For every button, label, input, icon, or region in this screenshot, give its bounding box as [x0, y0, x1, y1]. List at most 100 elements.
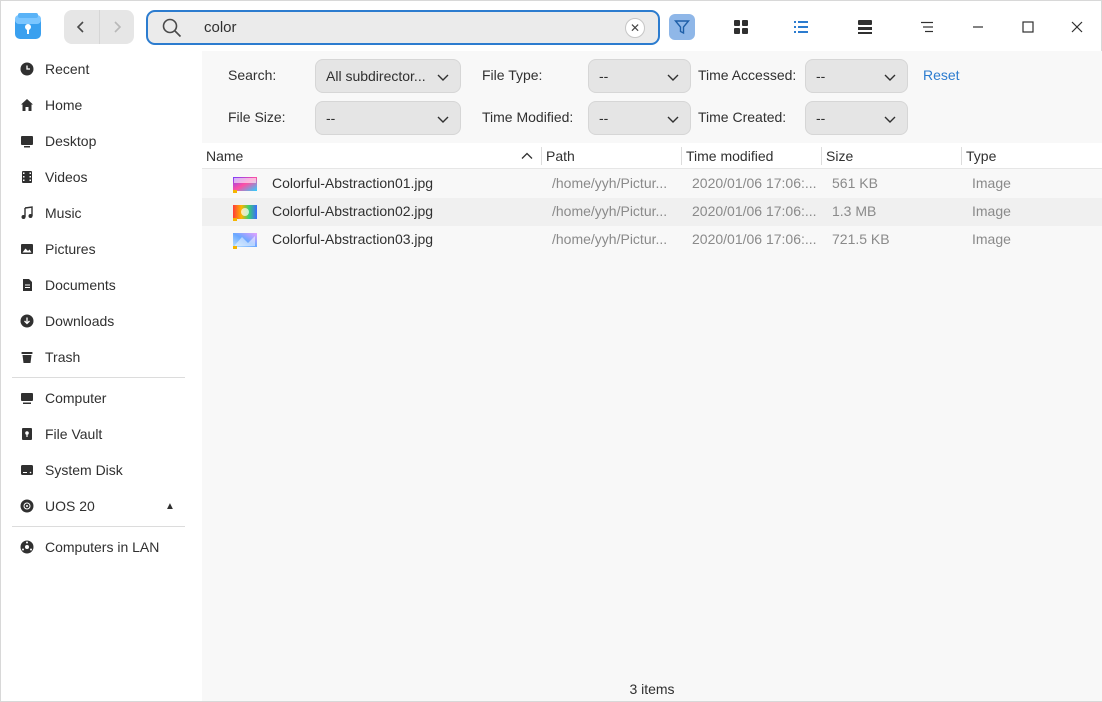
- reset-filters-link[interactable]: Reset: [923, 67, 960, 83]
- desktop-icon: [19, 133, 35, 149]
- back-button[interactable]: [64, 10, 99, 44]
- chevron-down-icon: [884, 116, 896, 123]
- forward-button[interactable]: [99, 10, 134, 44]
- column-divider[interactable]: [541, 147, 542, 165]
- maximize-button[interactable]: [1016, 15, 1040, 39]
- sidebar-item-computer[interactable]: Computer: [1, 381, 201, 415]
- sort-ascending-icon[interactable]: [521, 150, 533, 162]
- column-divider[interactable]: [821, 147, 822, 165]
- time-created-select[interactable]: --: [805, 101, 908, 135]
- advanced-search-panel: Search: All subdirector... File Type: --…: [202, 51, 1102, 143]
- sidebar-item-documents[interactable]: Documents: [1, 268, 201, 302]
- file-row[interactable]: Colorful-Abstraction01.jpg /home/yyh/Pic…: [202, 170, 1102, 198]
- sidebar-item-label: System Disk: [45, 462, 123, 478]
- file-type-select[interactable]: --: [588, 59, 691, 93]
- music-icon: [19, 205, 35, 221]
- search-input[interactable]: color: [204, 19, 237, 36]
- grid-view-icon: [734, 20, 748, 34]
- file-size: 1.3 MB: [832, 203, 877, 219]
- chevron-down-icon: [667, 74, 679, 81]
- sidebar-item-label: Downloads: [45, 313, 115, 329]
- time-accessed-label: Time Accessed:: [698, 67, 797, 83]
- sidebar-item-music[interactable]: Music: [1, 196, 201, 230]
- chevron-left-icon: [77, 21, 84, 33]
- icon-view-button[interactable]: [729, 15, 753, 39]
- column-header-path[interactable]: Path: [546, 148, 575, 164]
- file-type: Image: [972, 175, 1011, 191]
- chevron-down-icon: [884, 74, 896, 81]
- sidebar-item-label: Desktop: [45, 133, 97, 149]
- recent-icon: [19, 61, 35, 77]
- column-header-time-modified[interactable]: Time modified: [686, 148, 773, 164]
- sidebar-item-computers-in-lan[interactable]: Computers in LAN: [1, 530, 201, 564]
- time-modified-value: --: [599, 110, 609, 126]
- search-scope-value: All subdirector...: [326, 68, 426, 84]
- sidebar-item-file-vault[interactable]: File Vault: [1, 417, 201, 451]
- column-divider[interactable]: [681, 147, 682, 165]
- column-header-name[interactable]: Name: [206, 148, 243, 164]
- file-size-select[interactable]: --: [315, 101, 461, 135]
- sidebar-item-label: Computer: [45, 390, 107, 406]
- file-type-value: --: [599, 68, 609, 84]
- eject-icon[interactable]: ▲: [165, 501, 175, 512]
- sidebar-item-downloads[interactable]: Downloads: [1, 304, 201, 338]
- file-size-label: File Size:: [228, 109, 286, 125]
- sidebar-item-home[interactable]: Home: [1, 88, 201, 122]
- computer-icon: [19, 390, 35, 406]
- column-header-type[interactable]: Type: [966, 148, 996, 164]
- file-name: Colorful-Abstraction02.jpg: [272, 203, 434, 219]
- disk-icon: [19, 462, 35, 478]
- search-scope-label: Search:: [228, 67, 277, 83]
- chevron-down-icon: [667, 116, 679, 123]
- menu-icon: [921, 21, 933, 33]
- detail-view-button[interactable]: [853, 15, 877, 39]
- sidebar-item-label: Videos: [45, 169, 88, 185]
- sidebar-item-videos[interactable]: Videos: [1, 160, 201, 194]
- file-row[interactable]: Colorful-Abstraction02.jpg /home/yyh/Pic…: [202, 198, 1102, 226]
- filter-toggle-button[interactable]: [669, 14, 695, 40]
- sidebar-item-uos-20[interactable]: UOS 20 ▲: [1, 489, 201, 523]
- file-size-value: --: [326, 110, 336, 126]
- time-modified-label: Time Modified:: [482, 109, 574, 125]
- file-row[interactable]: Colorful-Abstraction03.jpg /home/yyh/Pic…: [202, 226, 1102, 254]
- close-icon: [1071, 21, 1083, 33]
- time-accessed-select[interactable]: --: [805, 59, 908, 93]
- titlebar: color ✕: [1, 1, 1101, 51]
- sidebar-item-desktop[interactable]: Desktop: [1, 124, 201, 158]
- column-divider[interactable]: [961, 147, 962, 165]
- time-created-value: --: [816, 110, 826, 126]
- file-path: /home/yyh/Pictur...: [552, 175, 668, 191]
- clear-search-button[interactable]: ✕: [625, 18, 645, 38]
- list-view-button[interactable]: [789, 15, 813, 39]
- close-window-button[interactable]: [1065, 15, 1089, 39]
- search-box[interactable]: color ✕: [146, 10, 660, 45]
- trash-icon: [19, 349, 35, 365]
- column-header-size[interactable]: Size: [826, 148, 853, 164]
- main-menu-button[interactable]: [915, 15, 939, 39]
- chevron-down-icon: [437, 74, 449, 81]
- sidebar-item-trash[interactable]: Trash: [1, 340, 201, 374]
- sidebar-item-label: Trash: [45, 349, 81, 365]
- sidebar-item-label: Pictures: [45, 241, 96, 257]
- detail-view-icon: [858, 20, 872, 34]
- sidebar-item-pictures[interactable]: Pictures: [1, 232, 201, 266]
- file-modified: 2020/01/06 17:06:...: [692, 231, 817, 247]
- file-path: /home/yyh/Pictur...: [552, 203, 668, 219]
- search-scope-select[interactable]: All subdirector...: [315, 59, 461, 93]
- minimize-button[interactable]: [966, 15, 990, 39]
- sidebar-item-label: UOS 20: [45, 498, 95, 514]
- sidebar-item-label: Recent: [45, 61, 90, 77]
- sidebar-item-recent[interactable]: Recent: [1, 52, 201, 86]
- time-modified-select[interactable]: --: [588, 101, 691, 135]
- sidebar-divider: [12, 377, 185, 378]
- app-logo-icon: [15, 13, 41, 39]
- vault-icon: [19, 426, 35, 442]
- sidebar-item-system-disk[interactable]: System Disk: [1, 453, 201, 487]
- file-manager-window: color ✕ Recent Home Desktop Videos Music…: [0, 0, 1102, 702]
- documents-icon: [19, 277, 35, 293]
- sidebar-item-label: Computers in LAN: [45, 539, 160, 555]
- file-size: 561 KB: [832, 175, 878, 191]
- image-file-icon: [233, 233, 257, 249]
- file-name: Colorful-Abstraction01.jpg: [272, 175, 434, 191]
- maximize-icon: [1022, 21, 1034, 33]
